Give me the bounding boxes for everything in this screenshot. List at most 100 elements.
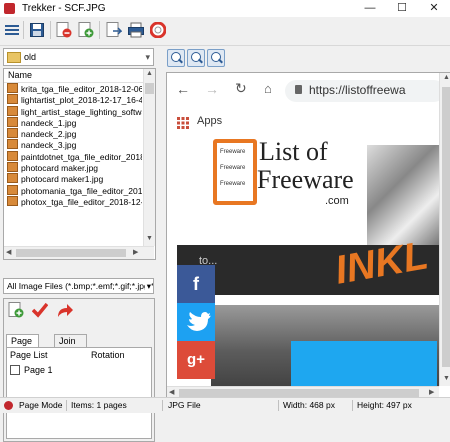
- status-width: Width: 468 px: [283, 400, 335, 410]
- list-item[interactable]: nandeck_3.jpg: [4, 139, 142, 150]
- print-icon[interactable]: [126, 20, 146, 40]
- image-canvas[interactable]: ← → ↻ ⌂ https://listoffreewa Apps Freewa…: [166, 72, 450, 399]
- scrollbar-thumb[interactable]: [442, 87, 450, 367]
- list-item[interactable]: light_artist_stage_lighting_softwa...: [4, 105, 142, 117]
- image-file-icon: [7, 128, 18, 139]
- scrollbar-thumb[interactable]: [145, 83, 154, 94]
- column-header-page-list[interactable]: Page List: [10, 350, 48, 360]
- status-divider: [66, 400, 67, 411]
- tab-join-mode[interactable]: Join Mode: [54, 334, 87, 358]
- file-type-filter[interactable]: All Image Files (*.bmp;*.emf;*.gif;*.jpg…: [3, 278, 154, 294]
- status-mode: Page Mode: [19, 400, 63, 410]
- image-file-icon: [7, 150, 18, 161]
- list-item[interactable]: photocard maker.jpg: [4, 162, 142, 173]
- image-file-icon: [7, 173, 18, 184]
- status-height: Height: 497 px: [357, 400, 412, 410]
- address-bar-image: https://listoffreewa: [285, 80, 445, 102]
- image-file-icon: [7, 195, 18, 206]
- title-bar: Trekker - SCF.JPG — ☐ ✕: [0, 0, 450, 17]
- column-header-rotation[interactable]: Rotation: [91, 350, 125, 360]
- image-file-icon: [7, 162, 18, 173]
- image-file-icon: [7, 139, 18, 150]
- scroll-right-icon[interactable]: ▶: [429, 388, 434, 396]
- help-icon[interactable]: [148, 20, 168, 40]
- add-file-icon[interactable]: [76, 20, 96, 40]
- page-panel: Page Mode Join Mode Page List Rotation P…: [3, 298, 155, 442]
- list-item[interactable]: photox_tga_file_editor_2018-12-...: [4, 195, 142, 207]
- column-header-name[interactable]: Name: [4, 69, 145, 83]
- zoom-fit-icon[interactable]: [167, 49, 185, 67]
- googleplus-icon: g+: [177, 341, 215, 379]
- scroll-left-icon[interactable]: ◀: [6, 248, 11, 256]
- export-icon[interactable]: [104, 20, 124, 40]
- image-file-icon: [7, 83, 18, 93]
- app-icon: [4, 3, 15, 14]
- clipboard-logo-icon: Freeware Freeware Freeware: [213, 139, 257, 205]
- photo-background: [367, 145, 439, 245]
- logo-text-line1: List of: [259, 137, 328, 166]
- image-file-icon: [7, 184, 18, 195]
- toolbar-separator: [23, 21, 24, 39]
- file-list[interactable]: Name krita_tga_file_editor_2018-12-06...…: [3, 68, 156, 260]
- add-page-icon[interactable]: [8, 302, 24, 318]
- toolbar: [0, 17, 450, 46]
- table-row[interactable]: Page 1: [10, 365, 53, 376]
- scroll-down-icon[interactable]: ▼: [146, 235, 153, 242]
- zoom-out-icon[interactable]: [187, 49, 205, 67]
- file-rows: krita_tga_file_editor_2018-12-06... ligh…: [4, 83, 142, 207]
- checkmark-icon[interactable]: [31, 302, 49, 318]
- website-blue-box: [291, 341, 437, 391]
- status-icon: [4, 401, 13, 410]
- logo-text-line3: .com: [325, 195, 349, 207]
- list-item[interactable]: lightartist_plot_2018-12-17_16-46...: [4, 94, 142, 105]
- status-file-type: JPG File: [168, 400, 201, 410]
- maximize-button[interactable]: ☐: [387, 0, 417, 17]
- list-item[interactable]: nandeck_2.jpg: [4, 128, 142, 139]
- list-item[interactable]: photomania_tga_file_editor_2018...: [4, 184, 142, 196]
- list-item[interactable]: photocard maker1.jpg: [4, 173, 142, 184]
- zoom-in-icon[interactable]: [207, 49, 225, 67]
- folder-dropdown[interactable]: old ▾: [3, 48, 154, 66]
- folder-icon: [7, 52, 21, 63]
- image-viewer: ← → ↻ ⌂ https://listoffreewa Apps Freewa…: [165, 45, 450, 399]
- tab-page-mode[interactable]: Page Mode: [6, 334, 39, 358]
- apps-grid-icon: [177, 117, 189, 129]
- scroll-up-icon[interactable]: ▲: [443, 74, 450, 81]
- image-file-icon: [7, 94, 18, 105]
- minimize-button[interactable]: —: [355, 0, 385, 17]
- vertical-scrollbar[interactable]: ▲ ▼: [439, 73, 450, 386]
- status-divider: [162, 400, 163, 411]
- page-checkbox[interactable]: [10, 365, 20, 375]
- list-item[interactable]: paintdotnet_tga_file_editor_2018...: [4, 150, 142, 162]
- browser-toolbar-image: ← → ↻ ⌂ https://listoffreewa: [167, 73, 445, 109]
- redo-arrow-icon[interactable]: [56, 302, 74, 318]
- twitter-icon: [177, 303, 215, 341]
- chevron-down-icon: ▾: [144, 279, 151, 293]
- close-file-icon[interactable]: [54, 20, 74, 40]
- vertical-scrollbar[interactable]: ▲ ▼: [143, 69, 155, 246]
- website-logo-area: Freeware Freeware Freeware List of Freew…: [167, 135, 439, 245]
- status-items: Items: 1 pages: [71, 400, 127, 410]
- scroll-right-icon[interactable]: ▶: [133, 248, 138, 256]
- horizontal-scrollbar[interactable]: ◀ ▶: [4, 246, 154, 259]
- status-divider: [278, 400, 279, 411]
- home-icon: ⌂: [264, 81, 272, 96]
- scroll-up-icon[interactable]: ▲: [146, 70, 153, 77]
- save-icon[interactable]: [27, 20, 47, 40]
- list-item[interactable]: krita_tga_file_editor_2018-12-06...: [4, 83, 142, 94]
- scrollbar-thumb[interactable]: [179, 389, 419, 397]
- website-banner: to... INKL: [177, 233, 439, 295]
- list-item[interactable]: nandeck_1.jpg: [4, 116, 142, 128]
- close-button[interactable]: ✕: [419, 0, 449, 17]
- facebook-icon: f: [177, 265, 215, 303]
- toolbar-separator: [99, 21, 100, 39]
- status-bar: Page Mode Items: 1 pages JPG File Width:…: [0, 397, 450, 413]
- lock-icon: [295, 85, 302, 94]
- scrollbar-thumb[interactable]: [16, 249, 126, 257]
- image-file-icon: [7, 116, 18, 127]
- page-list[interactable]: Page List Rotation Page 1: [6, 347, 152, 439]
- chevron-down-icon: ▾: [145, 52, 150, 62]
- scroll-down-icon[interactable]: ▼: [443, 375, 450, 382]
- menu-icon[interactable]: [2, 20, 22, 40]
- scroll-left-icon[interactable]: ◀: [169, 388, 174, 396]
